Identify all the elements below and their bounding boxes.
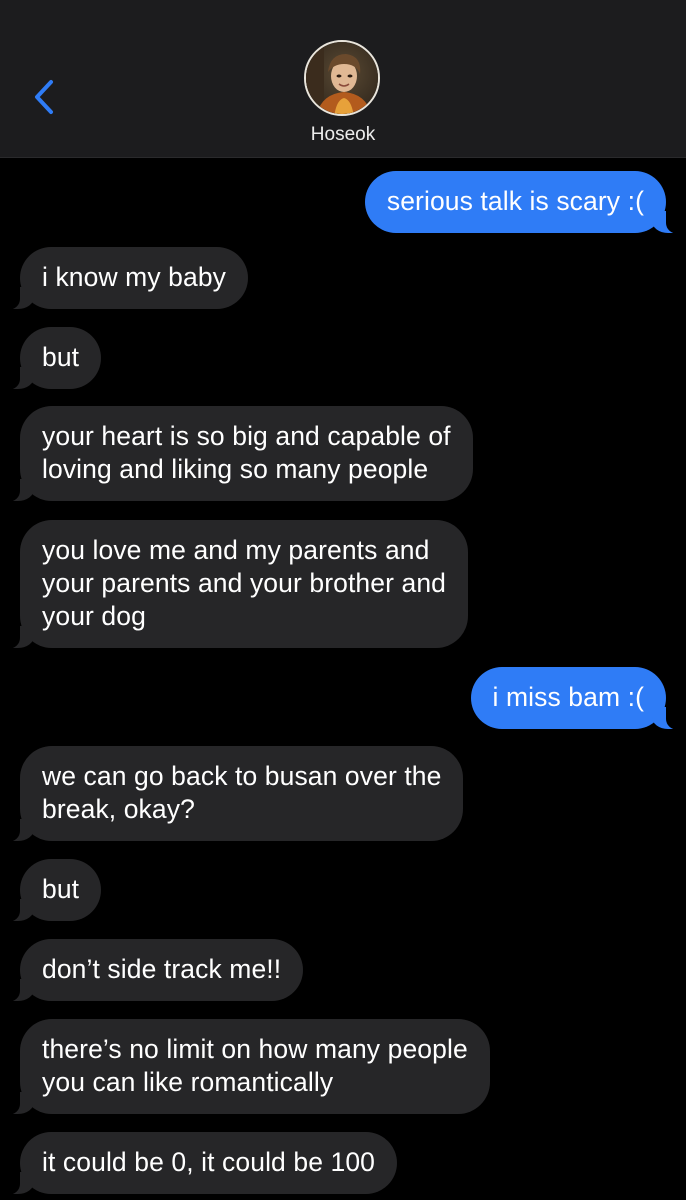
message-text: we can go back to busan over the break, …: [42, 761, 442, 824]
contact-name[interactable]: Hoseok: [0, 124, 686, 146]
chevron-left-icon: [35, 80, 53, 114]
incoming-message[interactable]: i know my baby: [0, 247, 249, 310]
message-text: i miss bam :(: [492, 682, 644, 712]
incoming-message[interactable]: but: [0, 327, 102, 390]
contact-photo: [306, 42, 378, 114]
message-text: you love me and my parents and your pare…: [42, 535, 446, 631]
conversation-header: Hoseok: [0, 0, 686, 158]
message-text: don’t side track me!!: [42, 954, 282, 984]
outgoing-message[interactable]: serious talk is scary :(: [364, 171, 686, 234]
message-text: your heart is so big and capable of lovi…: [42, 421, 451, 484]
message-text: serious talk is scary :(: [386, 186, 644, 216]
message-text: but: [42, 342, 80, 372]
incoming-message[interactable]: don’t side track me!!: [0, 939, 304, 1002]
outgoing-message[interactable]: i miss bam :(: [470, 667, 686, 730]
message-text: it could be 0, it could be 100: [42, 1147, 376, 1177]
incoming-message[interactable]: but: [0, 859, 102, 922]
back-button[interactable]: [24, 72, 64, 122]
message-text: i know my baby: [42, 262, 227, 292]
incoming-message[interactable]: we can go back to busan over the break, …: [0, 746, 464, 842]
incoming-message[interactable]: you love me and my parents and your pare…: [0, 520, 468, 649]
message-text: there’s no limit on how many people you …: [42, 1034, 468, 1097]
incoming-message[interactable]: it could be 0, it could be 100: [0, 1132, 398, 1195]
incoming-message[interactable]: your heart is so big and capable of lovi…: [0, 406, 473, 502]
incoming-message[interactable]: there’s no limit on how many people you …: [0, 1019, 490, 1115]
message-text: but: [42, 874, 80, 904]
message-thread[interactable]: serious talk is scary :( i know my baby …: [0, 158, 686, 1200]
avatar[interactable]: [304, 40, 380, 116]
